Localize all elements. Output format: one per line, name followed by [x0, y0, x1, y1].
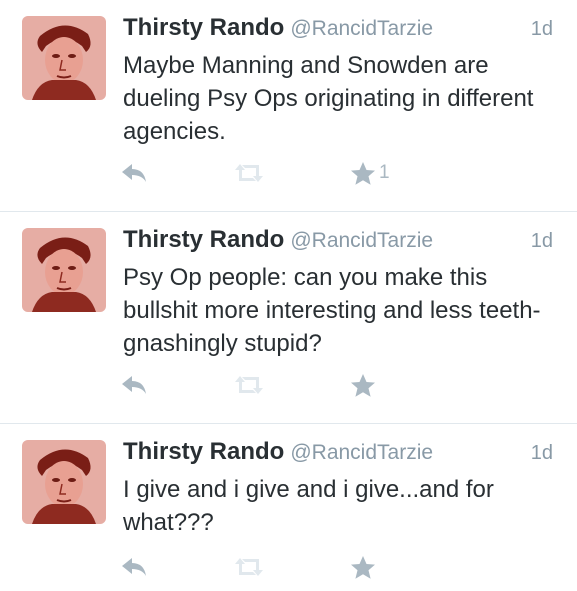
- retweet-button[interactable]: [232, 370, 266, 400]
- avatar[interactable]: [22, 16, 106, 100]
- tweet-timeline: Thirsty Rando @RancidTarzie 1d Maybe Mann…: [0, 0, 577, 591]
- user-name[interactable]: Thirsty Rando: [123, 438, 284, 465]
- timestamp[interactable]: 1d: [531, 442, 553, 465]
- favorite-button[interactable]: [350, 552, 379, 582]
- reply-button[interactable]: [120, 370, 148, 400]
- star-icon: [351, 373, 375, 397]
- star-icon: [351, 555, 375, 579]
- tweet-header: Thirsty Rando @RancidTarzie 1d: [123, 438, 557, 468]
- profile-photo: [22, 228, 106, 312]
- retweet-button[interactable]: [232, 158, 266, 188]
- reply-button[interactable]: [120, 158, 148, 188]
- timestamp[interactable]: 1d: [531, 230, 553, 253]
- retweet-icon: [235, 164, 263, 182]
- tweet-text: Psy Op people: can you make this bullshi…: [123, 264, 541, 357]
- tweet[interactable]: Thirsty Rando @RancidTarzie 1d Psy Op peo…: [0, 212, 577, 424]
- avatar[interactable]: [22, 228, 106, 312]
- tweet[interactable]: Thirsty Rando @RancidTarzie 1d I give and…: [0, 424, 577, 591]
- reply-icon: [122, 376, 146, 394]
- favorite-button[interactable]: [350, 370, 379, 400]
- user-handle[interactable]: @RancidTarzie: [290, 229, 433, 252]
- retweet-button[interactable]: [232, 552, 266, 582]
- user-name[interactable]: Thirsty Rando: [123, 226, 284, 253]
- reply-icon: [122, 558, 146, 576]
- tweet-header: Thirsty Rando @RancidTarzie 1d: [123, 226, 557, 256]
- timestamp[interactable]: 1d: [531, 18, 553, 41]
- profile-photo: [22, 16, 106, 100]
- tweet-actions: 1: [120, 158, 440, 188]
- user-name[interactable]: Thirsty Rando: [123, 14, 284, 41]
- avatar[interactable]: [22, 440, 106, 524]
- retweet-icon: [235, 558, 263, 576]
- user-handle[interactable]: @RancidTarzie: [290, 17, 433, 40]
- tweet-text: Maybe Manning and Snowden are dueling Ps…: [123, 52, 534, 145]
- tweet[interactable]: Thirsty Rando @RancidTarzie 1d Maybe Mann…: [0, 0, 577, 212]
- tweet-actions: [120, 552, 440, 582]
- tweet-actions: [120, 370, 440, 400]
- reply-icon: [122, 164, 146, 182]
- user-handle[interactable]: @RancidTarzie: [290, 441, 433, 464]
- retweet-icon: [235, 376, 263, 394]
- star-icon: [351, 161, 375, 185]
- profile-photo: [22, 440, 106, 524]
- reply-button[interactable]: [120, 552, 148, 582]
- favorite-button[interactable]: 1: [350, 158, 390, 188]
- tweet-text: I give and i give and i give...and for w…: [123, 476, 494, 536]
- tweet-header: Thirsty Rando @RancidTarzie 1d: [123, 14, 557, 44]
- favorite-count: 1: [379, 162, 390, 183]
